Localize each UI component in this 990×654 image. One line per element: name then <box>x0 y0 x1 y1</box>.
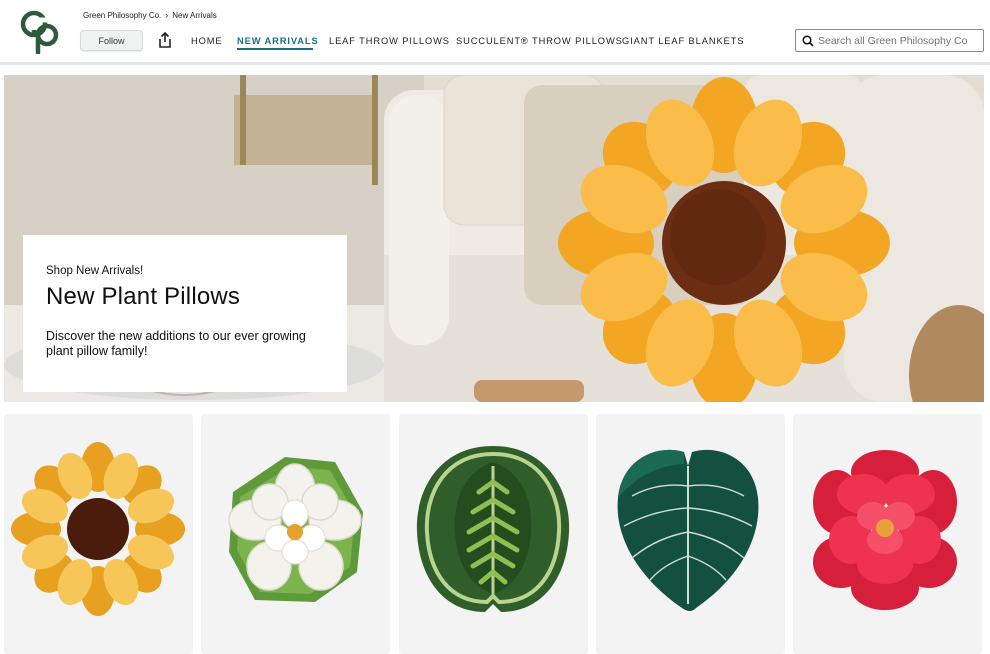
product-tile[interactable] <box>201 414 390 654</box>
red-rose-pillow-image <box>813 450 957 610</box>
hero-description: Discover the new additions to our ever g… <box>46 329 306 358</box>
active-tab-underline <box>237 48 313 50</box>
nav-tab-giant-leaf-blankets[interactable]: GIANT LEAF BLANKETS <box>622 36 744 46</box>
breadcrumb-store-link[interactable]: Green Philosophy Co. <box>83 11 161 20</box>
share-icon[interactable] <box>158 32 172 48</box>
velvet-monstera-leaf-pillow-image <box>617 449 759 611</box>
store-header: Green Philosophy Co. › New Arrivals Foll… <box>0 0 990 62</box>
product-tile-row <box>4 414 984 654</box>
green-philosophy-logo-icon[interactable] <box>20 8 62 54</box>
nav-tab-home[interactable]: HOME <box>191 36 223 46</box>
hero-kicker: Shop New Arrivals! <box>46 265 144 277</box>
product-tile[interactable] <box>793 414 982 654</box>
nav-tab-new-arrivals[interactable]: NEW ARRIVALS <box>237 36 319 46</box>
search-input[interactable]: Search all Green Philosophy Co <box>795 29 984 52</box>
product-tile[interactable] <box>4 414 193 654</box>
chevron-right-icon: › <box>165 10 169 20</box>
sunflower-pillow-image <box>11 442 185 616</box>
hero-banner[interactable]: Shop New Arrivals! New Plant Pillows Dis… <box>4 75 984 402</box>
product-tile[interactable] <box>596 414 785 654</box>
search-icon[interactable] <box>802 35 814 47</box>
nav-tab-leaf-throw-pillows[interactable]: LEAF THROW PILLOWS <box>329 36 450 46</box>
breadcrumb-current-page[interactable]: New Arrivals <box>172 11 216 20</box>
white-lotus-pillow-image <box>228 457 363 602</box>
product-tile[interactable] <box>399 414 588 654</box>
follow-button[interactable]: Follow <box>80 30 143 51</box>
nav-tab-succulent-throw-pillows[interactable]: SUCCULENT® THROW PILLOWS <box>456 36 623 46</box>
search-placeholder: Search all Green Philosophy Co <box>818 34 968 47</box>
hero-text-card[interactable]: Shop New Arrivals! New Plant Pillows Dis… <box>23 235 347 392</box>
breadcrumb: Green Philosophy Co. › New Arrivals <box>83 10 217 20</box>
header-divider <box>0 62 990 65</box>
fern-leaf-pillow-image <box>416 446 570 612</box>
hero-title: New Plant Pillows <box>46 283 241 310</box>
